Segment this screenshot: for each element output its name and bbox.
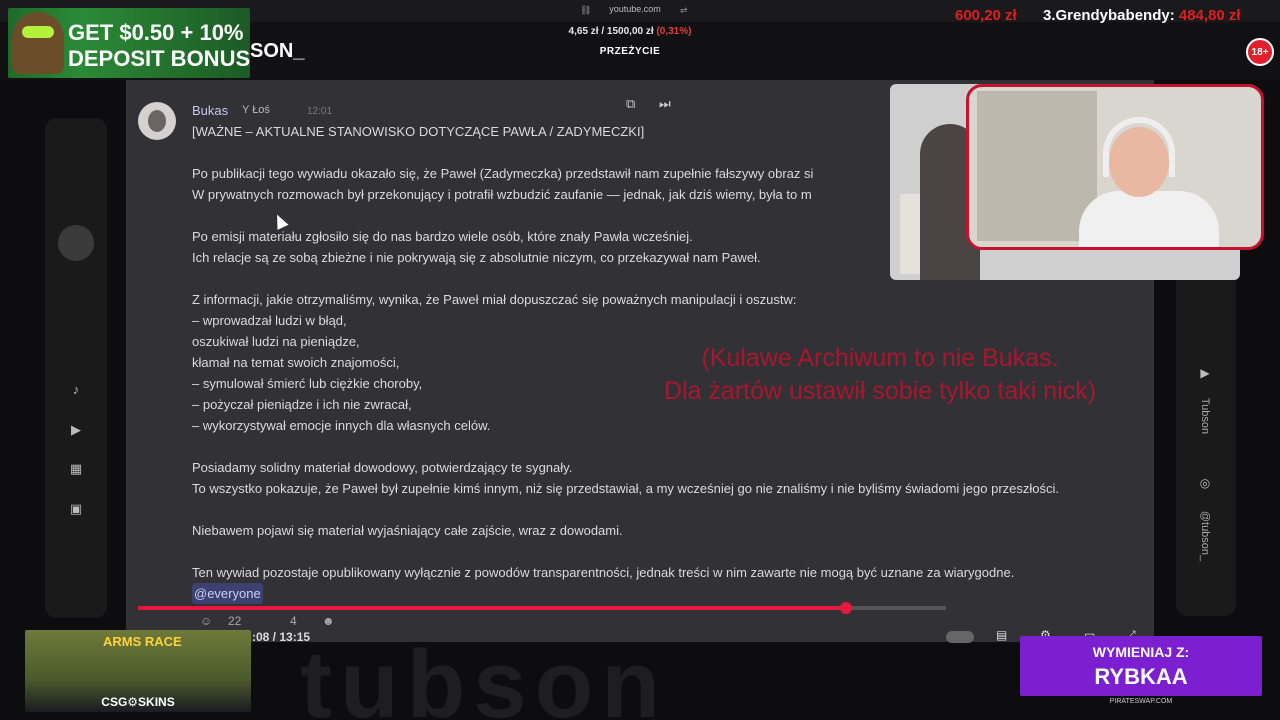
balance-value: 4,65 zł [568,26,599,37]
youtube-icon[interactable]: ▶ [1196,366,1214,380]
balance-target: 1500,00 zł [606,26,654,37]
instagram-icon[interactable]: ◎ [1196,476,1214,490]
skip-next-icon[interactable]: ⏭ [659,96,671,112]
copy-icon[interactable]: ⧉ [626,96,635,112]
message-line: – wykorzystywał emocje innych dla własny… [192,418,491,433]
status-title: PRZEŻYCIE [599,46,661,57]
promo-line-2: DEPOSIT BONUS [68,46,250,71]
message-line: – wprowadzał ludzi w błąd, [192,313,347,328]
image-icon[interactable]: ▣ [66,501,86,517]
author-avatar[interactable] [138,102,176,140]
ad-right-line-2: RYBKAA [1094,664,1188,689]
reaction-count[interactable]: 4 [290,614,297,628]
balance-percent: (0,31%) [656,26,692,37]
top-rank-label: 3.Grendybabendy: [1043,7,1175,24]
message-line: Posiadamy solidny materiał dowodowy, pot… [192,460,573,475]
ad-left-brand: CSG⚙SKINS [101,695,175,709]
music-note-icon[interactable]: ♪ [66,382,86,398]
age-badge: 18+ [1246,38,1274,66]
ad-left-game: ARMS RACE [103,634,182,649]
watermark-text: tubson [300,631,668,720]
overlay-note: (Kulawe Archiwum to nie Bukas. Dla żartó… [600,342,1160,408]
progress-fill [138,606,846,610]
channel-tag: SON_ [250,40,305,62]
promo-banner[interactable]: GET $0.50 + 10% DEPOSIT BONUS [8,8,250,78]
message-line: Z informacji, jakie otrzymaliśmy, wynika… [192,292,797,307]
webcam-main [966,84,1264,250]
top-rank: 3.Grendybabendy: 484,80 zł [1043,7,1241,24]
ad-right-site: PIRATESWAP.COM [1109,698,1173,705]
play-box-icon[interactable]: ▶ [66,422,86,438]
top-amount: 600,20 zł [955,7,1017,24]
add-reaction-icon[interactable]: ☻ [322,614,335,628]
balance-sep: / [601,26,605,37]
ad-left[interactable]: ARMS RACE CSG⚙SKINS [25,630,251,712]
balance-readout: 4,65 zł / 1500,00 zł (0,31%) [520,26,740,37]
message-line: Ten wywiad pozostaje opublikowany wyłącz… [192,565,1015,580]
ad-right[interactable]: WYMIENIAJ Z: RYBKAA [1020,636,1262,696]
channel-name: Tubson [1199,397,1211,435]
reaction-emoji-icon[interactable]: ☺ [200,614,212,628]
left-sidebar [45,118,107,618]
overlay-line-2: Dla żartów ustawił sobie tylko taki nick… [663,377,1097,405]
mention-everyone[interactable]: @everyone [192,583,263,604]
calendar-icon[interactable]: ▦ [66,461,86,477]
mascot-image [12,12,64,74]
promo-line-1: GET $0.50 + 10% [68,20,244,45]
overlay-line-1: (Kulawe Archiwum to nie Bukas. [701,344,1059,372]
channel-handle: @tubson_ [1199,510,1211,562]
url-bar[interactable]: youtube.com [575,4,695,18]
reaction-count[interactable]: 22 [228,614,241,628]
message-line: Niebawem pojawi się materiał wyjaśniając… [192,523,623,538]
message-time: 12:01 [307,106,333,117]
ad-right-line-1: WYMIENIAJ Z: [1092,644,1190,660]
tune-icon[interactable]: ⇌ [680,5,688,16]
author-role: Y Łoś [242,104,270,116]
author-name[interactable]: Bukas [192,103,228,118]
sidebar-avatar[interactable] [58,225,94,261]
message-line: To wszystko pokazuje, że Paweł był zupeł… [192,481,1060,496]
top-rank-amount: 484,80 zł [1178,7,1241,24]
progress-knob[interactable] [839,602,852,614]
